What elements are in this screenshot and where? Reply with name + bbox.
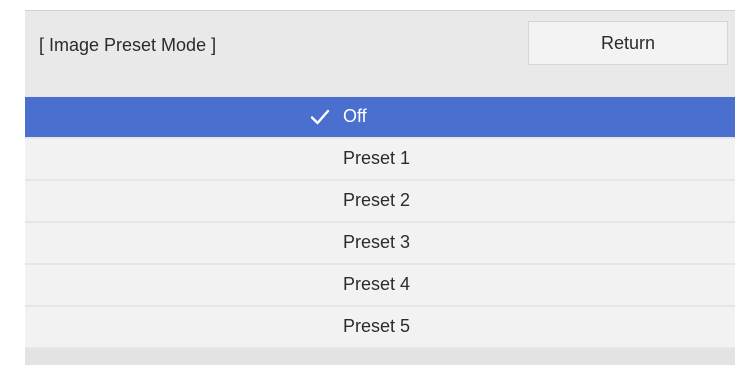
option-label: Preset 2 xyxy=(343,190,411,210)
option-label: Preset 3 xyxy=(343,232,411,252)
option-off[interactable]: Off xyxy=(25,97,735,137)
option-label: Preset 4 xyxy=(343,274,411,294)
panel-header: [ Image Preset Mode ] Return xyxy=(25,11,735,96)
option-preset-5[interactable]: Preset 5 xyxy=(25,307,735,347)
return-button[interactable]: Return xyxy=(528,21,728,65)
option-preset-2[interactable]: Preset 2 xyxy=(25,181,735,221)
option-preset-4[interactable]: Preset 4 xyxy=(25,265,735,305)
panel-footer xyxy=(25,349,735,365)
preset-option-list: Off Preset 1 Preset 2 Preset 3 Preset 4 … xyxy=(25,97,735,349)
checkmark-icon xyxy=(310,109,330,125)
panel-title: [ Image Preset Mode ] xyxy=(39,35,217,55)
option-preset-1[interactable]: Preset 1 xyxy=(25,139,735,179)
option-preset-3[interactable]: Preset 3 xyxy=(25,223,735,263)
image-preset-mode-panel: [ Image Preset Mode ] Return Off Preset … xyxy=(25,10,735,365)
option-label: Preset 1 xyxy=(343,148,411,168)
option-label: Preset 5 xyxy=(343,316,411,336)
option-label: Off xyxy=(343,106,367,126)
